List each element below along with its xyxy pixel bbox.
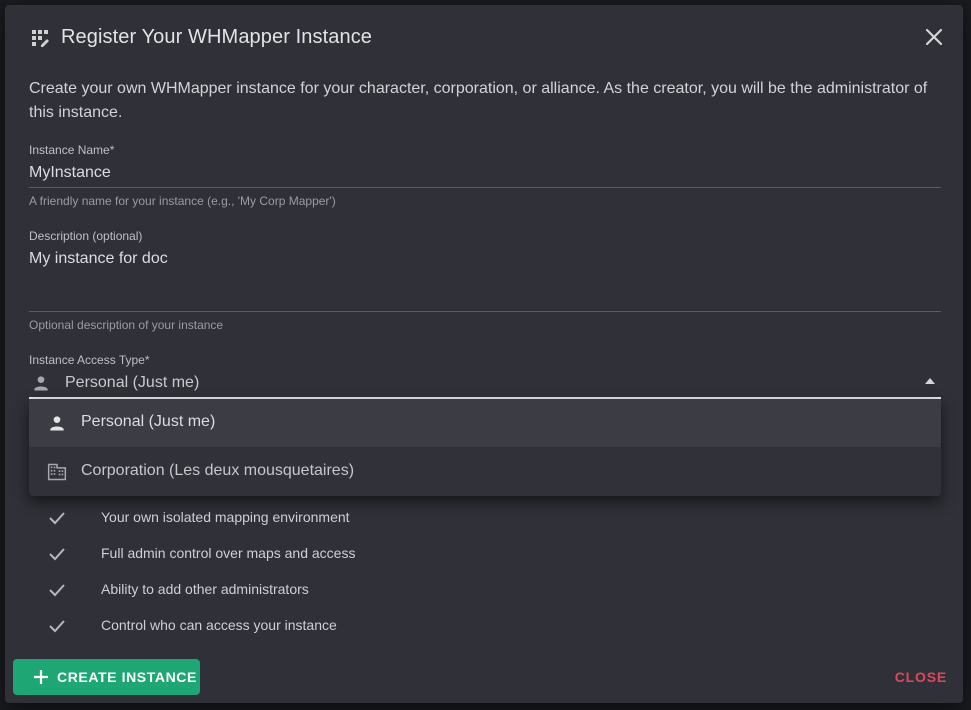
menu-option-corporation[interactable]: Corporation (Les deux mousquetaires) bbox=[29, 448, 941, 496]
check-icon bbox=[49, 584, 65, 597]
feature-text: Your own isolated mapping environment bbox=[101, 509, 350, 525]
check-icon bbox=[49, 548, 65, 561]
close-icon[interactable] bbox=[923, 26, 945, 48]
feature-item: Ability to add other administrators bbox=[45, 579, 545, 601]
chevron-up-icon bbox=[925, 378, 935, 384]
feature-text: Control who can access your instance bbox=[101, 617, 337, 633]
feature-item: Full admin control over maps and access bbox=[45, 543, 545, 565]
access-type-select[interactable]: Personal (Just me) bbox=[29, 369, 941, 399]
access-type-label: Instance Access Type* bbox=[29, 353, 150, 367]
person-icon bbox=[34, 376, 48, 391]
menu-option-label: Corporation (Les deux mousquetaires) bbox=[81, 462, 355, 479]
access-type-value: Personal (Just me) bbox=[65, 374, 200, 391]
feature-item: Your own isolated mapping environment bbox=[45, 507, 545, 529]
instance-name-hint: A friendly name for your instance (e.g.,… bbox=[29, 194, 336, 208]
check-icon bbox=[49, 620, 65, 633]
description-input[interactable]: My instance for doc bbox=[29, 250, 941, 310]
menu-option-personal[interactable]: Personal (Just me) bbox=[29, 399, 941, 447]
register-instance-dialog: Register Your WHMapper Instance Create y… bbox=[5, 5, 963, 703]
description-underline bbox=[29, 311, 941, 312]
dialog-intro: Create your own WHMapper instance for yo… bbox=[29, 80, 928, 121]
dialog-title: Register Your WHMapper Instance bbox=[61, 26, 373, 48]
instance-name-input[interactable]: MyInstance bbox=[29, 164, 941, 186]
check-icon bbox=[49, 512, 65, 525]
description-hint: Optional description of your instance bbox=[29, 318, 224, 332]
register-instance-icon bbox=[32, 30, 49, 47]
plus-icon bbox=[34, 670, 48, 684]
feature-item: Control who can access your instance bbox=[45, 615, 545, 637]
instance-name-label: Instance Name* bbox=[29, 143, 115, 157]
access-type-menu: Personal (Just me) Corporation (Les deux… bbox=[29, 399, 941, 496]
feature-text: Ability to add other administrators bbox=[101, 581, 309, 597]
close-button[interactable]: CLOSE bbox=[895, 669, 947, 685]
instance-name-underline bbox=[29, 187, 941, 188]
create-instance-label: CREATE INSTANCE bbox=[57, 669, 197, 685]
create-instance-button[interactable]: CREATE INSTANCE bbox=[13, 659, 200, 695]
building-icon bbox=[47, 463, 67, 481]
dialog-titlebar: Register Your WHMapper Instance bbox=[5, 5, 963, 71]
menu-option-label: Personal (Just me) bbox=[81, 413, 216, 430]
person-icon bbox=[50, 416, 64, 431]
feature-text: Full admin control over maps and access bbox=[101, 545, 356, 561]
description-label: Description (optional) bbox=[29, 229, 143, 243]
